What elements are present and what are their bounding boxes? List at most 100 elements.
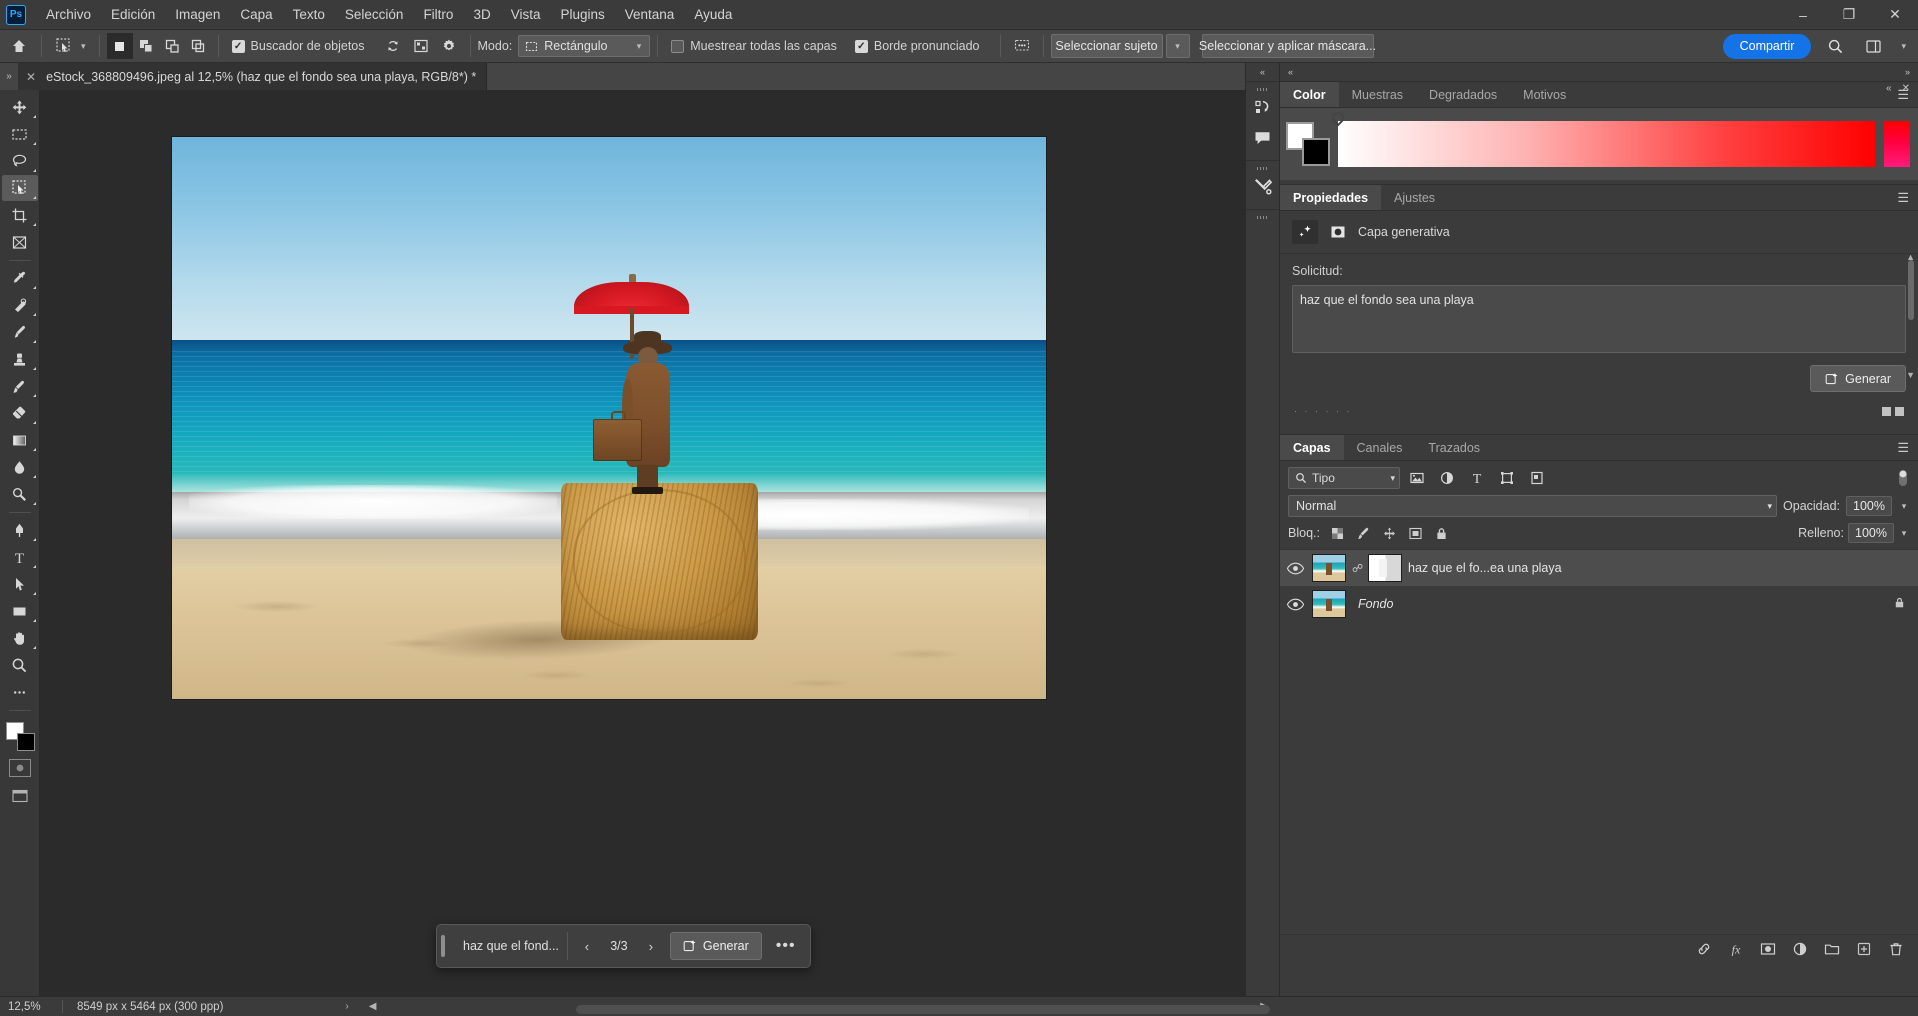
lock-transparent-pixels-icon[interactable] bbox=[1327, 523, 1349, 543]
spot-healing-brush-tool[interactable] bbox=[2, 292, 38, 318]
scrollbar-thumb[interactable] bbox=[1908, 260, 1914, 320]
document-tab[interactable]: ✕ eStock_368809496.jpeg al 12,5% (haz qu… bbox=[18, 63, 488, 90]
opacity-value[interactable]: 100% bbox=[1846, 496, 1892, 516]
layer-visibility-icon[interactable] bbox=[1284, 593, 1306, 615]
sample-all-layers-checkbox[interactable]: Muestrear todas las capas bbox=[671, 39, 837, 53]
clone-stamp-tool[interactable] bbox=[2, 346, 38, 372]
canvas-area[interactable]: haz que el fond... ‹ 3/3 › Generar ••• ▲… bbox=[40, 90, 1280, 996]
quick-mask-toggle[interactable] bbox=[8, 759, 31, 777]
frame-tool[interactable] bbox=[2, 229, 38, 255]
eraser-tool[interactable] bbox=[2, 400, 38, 426]
gradient-tool[interactable] bbox=[2, 427, 38, 453]
dodge-tool[interactable] bbox=[2, 481, 38, 507]
tab-canales[interactable]: Canales bbox=[1344, 435, 1416, 460]
subtract-from-selection-button[interactable] bbox=[159, 33, 185, 59]
show-object-overlay-icon[interactable] bbox=[407, 33, 435, 59]
document-canvas[interactable] bbox=[172, 137, 1046, 699]
filter-smart-objects-icon[interactable] bbox=[1524, 467, 1550, 489]
next-variation-button[interactable]: › bbox=[640, 933, 662, 959]
scroll-up-icon[interactable]: ▲ bbox=[1906, 252, 1915, 262]
filter-type-layers-icon[interactable]: T bbox=[1464, 467, 1490, 489]
chevron-down-icon[interactable]: ▾ bbox=[1897, 41, 1910, 52]
minimize-button[interactable]: – bbox=[1780, 0, 1826, 30]
tab-capas[interactable]: Capas bbox=[1280, 435, 1344, 460]
layer-thumbnail[interactable] bbox=[1312, 590, 1346, 618]
comments-icon[interactable] bbox=[1246, 123, 1279, 153]
more-options-icon[interactable]: ••• bbox=[770, 937, 802, 955]
filter-adjustment-layers-icon[interactable] bbox=[1434, 467, 1460, 489]
status-expand-icon[interactable]: › bbox=[335, 1001, 358, 1012]
expand-panels-icon[interactable]: « bbox=[1246, 63, 1279, 81]
tab-ajustes[interactable]: Ajustes bbox=[1381, 185, 1448, 210]
history-brush-tool[interactable] bbox=[2, 373, 38, 399]
tab-overflow-icon[interactable]: » bbox=[0, 63, 18, 90]
menu-item-3d[interactable]: 3D bbox=[463, 3, 500, 26]
table-row[interactable]: Fondo bbox=[1280, 586, 1918, 622]
foreground-background-color[interactable] bbox=[5, 721, 35, 751]
view-mode-toggles[interactable] bbox=[1882, 406, 1904, 416]
table-row[interactable]: ☍ haz que el fo...ea una playa bbox=[1280, 550, 1918, 586]
horizontal-scrollbar[interactable] bbox=[576, 1005, 1270, 1014]
close-button[interactable]: ✕ bbox=[1872, 0, 1918, 30]
pen-tool[interactable] bbox=[2, 517, 38, 543]
object-selection-tool[interactable] bbox=[1, 175, 38, 201]
workspace-switcher-icon[interactable] bbox=[1859, 33, 1887, 59]
scroll-left-icon[interactable]: ◀ bbox=[359, 1001, 387, 1012]
more-tools-icon[interactable] bbox=[2, 679, 38, 705]
menu-item-archivo[interactable]: Archivo bbox=[36, 3, 101, 26]
type-tool[interactable]: T bbox=[2, 544, 38, 570]
tab-muestras[interactable]: Muestras bbox=[1339, 82, 1416, 107]
select-subject-button[interactable]: Seleccionar sujeto bbox=[1050, 34, 1163, 58]
menu-item-capa[interactable]: Capa bbox=[230, 3, 282, 26]
tab-motivos[interactable]: Motivos bbox=[1510, 82, 1579, 107]
lasso-tool[interactable] bbox=[2, 148, 38, 174]
chevron-down-icon[interactable]: ▾ bbox=[1898, 501, 1910, 512]
properties-panel-menu-icon[interactable]: ☰ bbox=[1888, 185, 1918, 210]
select-subject-dropdown[interactable]: ▾ bbox=[1165, 34, 1190, 58]
generative-prompt-text[interactable]: haz que el fond... bbox=[455, 932, 568, 960]
refresh-objects-icon[interactable] bbox=[379, 33, 407, 59]
history-icon[interactable] bbox=[1246, 93, 1279, 123]
background-color-swatch[interactable] bbox=[16, 733, 35, 751]
menu-item-ventana[interactable]: Ventana bbox=[615, 3, 685, 26]
layer-mask-thumbnail[interactable] bbox=[1368, 554, 1402, 582]
brush-tool[interactable] bbox=[2, 319, 38, 345]
crop-tool[interactable] bbox=[2, 202, 38, 228]
menu-item-texto[interactable]: Texto bbox=[283, 3, 335, 26]
enhance-edge-checkbox[interactable]: ✓ Borde pronunciado bbox=[854, 39, 980, 53]
link-layers-icon[interactable] bbox=[1694, 939, 1714, 959]
color-ramp[interactable] bbox=[1338, 121, 1876, 167]
chevron-down-icon[interactable]: ▾ bbox=[1898, 528, 1910, 539]
blend-mode-select[interactable]: Normal ▾ bbox=[1288, 495, 1778, 517]
hand-tool[interactable] bbox=[2, 625, 38, 651]
select-and-mask-button[interactable]: Seleccionar y aplicar máscara... bbox=[1199, 34, 1376, 58]
filter-enable-toggle[interactable] bbox=[1896, 468, 1910, 488]
screen-mode-toggle[interactable] bbox=[2, 783, 38, 809]
rectangle-tool[interactable] bbox=[2, 598, 38, 624]
zoom-level[interactable]: 12,5% bbox=[0, 1001, 62, 1013]
generative-fill-taskbar[interactable]: haz que el fond... ‹ 3/3 › Generar ••• bbox=[436, 924, 811, 968]
previous-variation-button[interactable]: ‹ bbox=[576, 933, 598, 959]
move-tool[interactable] bbox=[2, 94, 38, 120]
prompt-textarea[interactable]: haz que el fondo sea una playa bbox=[1292, 285, 1906, 353]
layer-visibility-icon[interactable] bbox=[1284, 557, 1306, 579]
layer-thumbnail[interactable] bbox=[1312, 554, 1346, 582]
new-selection-button[interactable] bbox=[106, 33, 133, 59]
expand-dock-icon[interactable]: » bbox=[1905, 67, 1910, 77]
home-icon[interactable] bbox=[4, 33, 34, 59]
selection-feedback-icon[interactable] bbox=[1008, 33, 1036, 59]
path-selection-tool[interactable] bbox=[2, 571, 38, 597]
tab-propiedades[interactable]: Propiedades bbox=[1280, 185, 1382, 210]
scroll-down-icon[interactable]: ▼ bbox=[1906, 370, 1915, 380]
layer-styles-icon[interactable]: fx bbox=[1726, 939, 1746, 959]
delete-layer-icon[interactable] bbox=[1886, 939, 1906, 959]
new-adjustment-layer-icon[interactable] bbox=[1790, 939, 1810, 959]
layer-name[interactable]: haz que el fo...ea una playa bbox=[1408, 561, 1562, 575]
menu-item-plugins[interactable]: Plugins bbox=[550, 3, 614, 26]
lock-all-icon[interactable] bbox=[1431, 523, 1453, 543]
color-hue-strip[interactable] bbox=[1884, 121, 1910, 167]
panel-grip[interactable] bbox=[1246, 213, 1279, 221]
panel-grip[interactable] bbox=[1246, 164, 1279, 172]
layers-panel-menu-icon[interactable]: ☰ bbox=[1888, 435, 1918, 460]
blur-tool[interactable] bbox=[2, 454, 38, 480]
